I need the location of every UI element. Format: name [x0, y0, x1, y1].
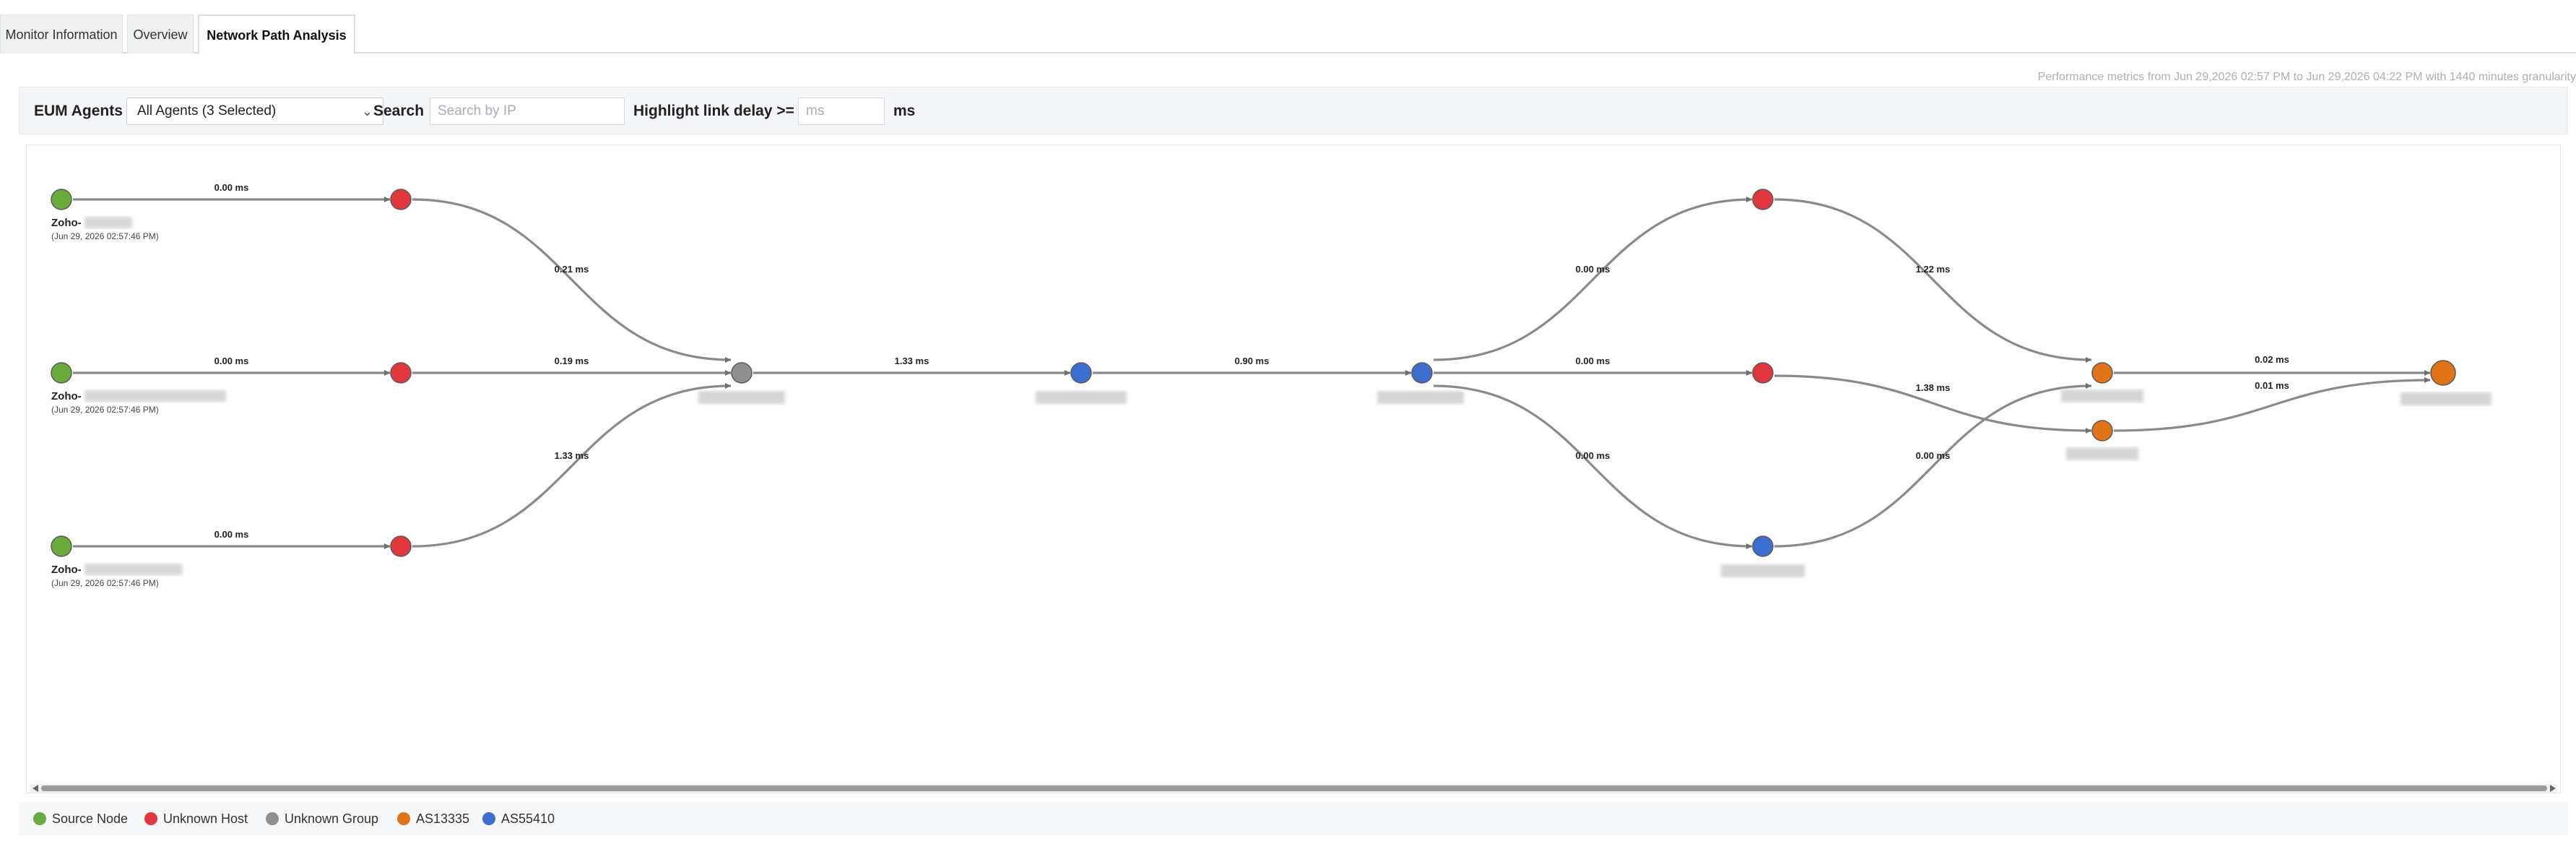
redacted-ip-label [2401, 392, 2492, 405]
path-edge-h3-g1[interactable] [412, 383, 732, 548]
filter-toolbar: EUM Agents All Agents (3 Selected) ⌄ Sea… [19, 87, 2568, 134]
redacted-ip-label [1721, 564, 1805, 577]
legend-item-unknown-host: Unknown Host [144, 802, 248, 835]
eum-agents-select-value: All Agents (3 Selected) [137, 103, 277, 119]
edge-delay-label: 0.00 ms [214, 182, 249, 193]
network-path-svg: 0.00 ms 0.00 ms 0.00 ms 0.21 ms 0.19 ms 1.33 … [30, 182, 2557, 793]
eum-agents-label: EUM Agents [34, 103, 123, 119]
redacted-ip-label [698, 391, 785, 404]
chevron-down-icon: ⌄ [361, 104, 373, 119]
legend-label: Unknown Group [285, 811, 379, 826]
edge-delay-label: 0.02 ms [2255, 354, 2289, 365]
path-node-b3[interactable] [1752, 535, 1774, 557]
legend-item-source-node: Source Node [33, 802, 128, 835]
highlight-delay-label: Highlight link delay >= [633, 103, 794, 119]
path-edge-b3-o1[interactable] [1774, 383, 2092, 548]
network-path-graph: 0.00 ms 0.00 ms 0.00 ms 0.21 ms 0.19 ms 1.33 … [26, 145, 2561, 793]
edge-delay-label: 0.00 ms [214, 356, 249, 366]
path-node-h3[interactable] [390, 535, 412, 557]
as55410-swatch [482, 812, 495, 825]
edge-delay-label: 1.38 ms [1916, 382, 1951, 393]
search-label: Search [373, 103, 425, 119]
path-edge-h4-o1[interactable] [1774, 198, 2092, 363]
path-node-s2[interactable] [51, 362, 72, 384]
source-node-label: Zoho- [51, 564, 82, 576]
performance-metrics-text: Performance metrics from Jun 29,2026 02:… [2037, 71, 2576, 83]
path-node-s1[interactable] [51, 189, 72, 210]
legend-item-as55410: AS55410 [482, 802, 555, 835]
horizontal-scrollbar[interactable] [30, 784, 2557, 793]
redacted-hostname [84, 390, 226, 402]
path-node-h2[interactable] [390, 362, 412, 384]
edge-delay-label: 0.01 ms [2255, 380, 2289, 391]
redacted-ip-label [1377, 391, 1464, 404]
legend-label: AS55410 [501, 811, 555, 826]
source-node-swatch [33, 812, 46, 825]
path-node-b2[interactable] [1411, 362, 1433, 384]
tab-bar: Monitor Information Overview Network Pat… [0, 14, 2576, 55]
nodes-layer: Zoho- (Jun 29, 2026 02:57:46 PM) Zoho- (Jun… [51, 189, 2492, 588]
delay-threshold-input[interactable] [798, 98, 885, 125]
edges-layer: 0.00 ms 0.00 ms 0.00 ms 0.21 ms 0.19 ms 1.33 … [73, 182, 2431, 549]
edge-delay-label: 1.33 ms [555, 450, 589, 461]
tab-monitor-information[interactable]: Monitor Information [0, 14, 123, 53]
path-node-h1[interactable] [390, 189, 412, 210]
source-node-label: Zoho- [51, 390, 82, 402]
path-node-g1[interactable] [731, 362, 753, 384]
legend-item-as13335: AS13335 [397, 802, 469, 835]
path-edge-b2-h4[interactable] [1433, 197, 1753, 361]
source-node-timestamp: (Jun 29, 2026 02:57:46 PM) [51, 405, 159, 415]
edge-delay-label: 0.00 ms [1576, 450, 1610, 461]
delay-unit-label: ms [893, 103, 916, 119]
path-node-o1[interactable] [2091, 362, 2113, 384]
source-node-timestamp: (Jun 29, 2026 02:57:46 PM) [51, 231, 159, 241]
edge-delay-label: 0.00 ms [1576, 264, 1610, 275]
app-window: Monitor Information Overview Network Pat… [0, 0, 2576, 844]
edge-delay-label: 0.19 ms [555, 356, 589, 366]
eum-agents-select[interactable]: All Agents (3 Selected) ⌄ [126, 98, 383, 125]
edge-delay-label: 1.33 ms [895, 356, 929, 366]
path-edge-h1-g1[interactable] [412, 198, 732, 363]
redacted-hostname [84, 564, 183, 575]
source-node-label: Zoho- [51, 217, 82, 229]
legend-label: Source Node [52, 811, 129, 826]
as13335-swatch [397, 812, 410, 825]
source-node-timestamp: (Jun 29, 2026 02:57:46 PM) [51, 578, 159, 588]
redacted-ip-label [2061, 389, 2143, 402]
redacted-ip-label [2066, 447, 2138, 460]
path-node-s3[interactable] [51, 535, 72, 557]
tab-overview[interactable]: Overview [127, 14, 194, 53]
legend-item-unknown-group: Unknown Group [266, 802, 378, 835]
path-node-h4[interactable] [1752, 189, 1774, 210]
path-node-h5[interactable] [1752, 362, 1774, 384]
legend: Source Node Unknown Host Unknown Group A… [19, 802, 2568, 835]
legend-label: Unknown Host [163, 811, 248, 826]
edge-delay-label: 0.00 ms [214, 529, 249, 540]
redacted-ip-label [1036, 391, 1127, 404]
path-node-o3[interactable] [2430, 360, 2456, 386]
unknown-host-swatch [144, 812, 157, 825]
unknown-group-swatch [266, 812, 279, 825]
path-node-o2[interactable] [2091, 420, 2113, 442]
edge-delay-label: 1.22 ms [1916, 264, 1951, 275]
scrollbar-thumb[interactable] [41, 785, 2547, 791]
path-node-b1[interactable] [1070, 362, 1092, 384]
path-edge-b2-b3[interactable] [1433, 384, 1753, 549]
edge-delay-label: 0.00 ms [1916, 450, 1951, 461]
tab-network-path-analysis[interactable]: Network Path Analysis [198, 14, 355, 55]
edge-delay-label: 0.90 ms [1235, 356, 1270, 366]
edge-delay-label: 0.00 ms [1576, 356, 1610, 366]
edge-delay-label: 0.21 ms [555, 264, 589, 275]
redacted-hostname [84, 217, 132, 228]
search-input[interactable] [430, 98, 625, 125]
legend-label: AS13335 [416, 811, 470, 826]
